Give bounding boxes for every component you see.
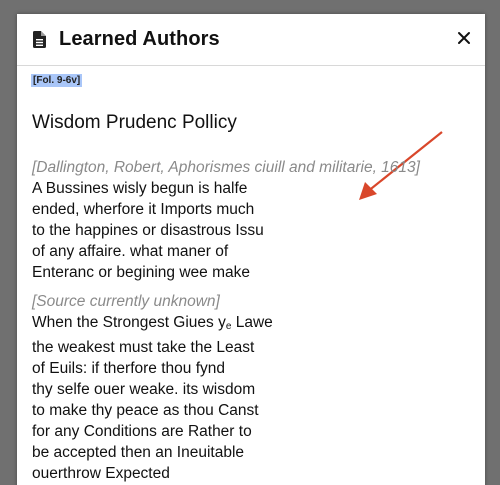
quote-line: A Bussines wisly begun is halfe (32, 180, 248, 197)
quote-entry-dallington: [Dallington, Robert, Aphorismes ciuill a… (32, 158, 462, 283)
quote-line: to the happines or disastrous Issu (32, 222, 264, 239)
quote-line-text: Lawe (231, 314, 273, 331)
close-icon[interactable] (457, 31, 471, 45)
quote-line: When the Strongest Giues ye Lawe (32, 312, 462, 337)
quote-line: ouerthrow Expected (32, 465, 170, 482)
modal-title: Learned Authors (59, 28, 220, 50)
quote-entry-unknown: [Source currently unknown] When the Stro… (32, 292, 462, 484)
folio-tag: [Fol. 9-6v] (31, 74, 83, 87)
quote-source: [Source currently unknown] (32, 293, 220, 310)
quote-line-text: When the Strongest Giues y (32, 314, 226, 331)
modal-header: Learned Authors (17, 14, 485, 66)
document-icon (33, 31, 46, 48)
quote-line: the weakest must take the Least (32, 339, 255, 356)
quote-source: [Dallington, Robert, Aphorismes ciuill a… (32, 159, 420, 176)
quote-line: ended, wherfore it Imports much (32, 201, 255, 218)
quote-line: for any Conditions are Rather to (32, 423, 252, 440)
document-heading: Wisdom Prudenc Pollicy (32, 112, 237, 133)
quote-line: to make thy peace as thou Canst (32, 402, 259, 419)
quote-line: of Euils: if therfore thou fynd (32, 360, 225, 377)
quote-line: be accepted then an Ineuitable (32, 444, 245, 461)
learned-authors-modal: Learned Authors [Fol. 9-6v] Wisdom Prude… (17, 14, 485, 485)
quote-line: of any affaire. what maner of (32, 243, 229, 260)
quote-line: thy selfe ouer weake. its wisdom (32, 381, 256, 398)
quote-line: Enteranc or begining wee make (32, 264, 250, 281)
